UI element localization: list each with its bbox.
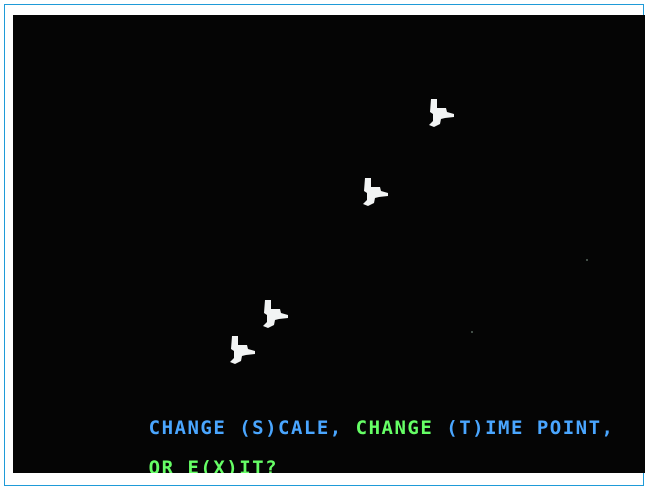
prompt-line-2: OR E(X)IT? bbox=[71, 449, 614, 474]
bird-icon bbox=[357, 175, 391, 209]
display-screen: CHANGE (S)CALE, CHANGE (T)IME POINT, OR … bbox=[13, 15, 645, 473]
prompt-time-point: (T)IME POINT, bbox=[446, 417, 615, 439]
bird-icon bbox=[224, 333, 258, 367]
prompt-change-scale: CHANGE (S)CALE, bbox=[148, 417, 356, 439]
prompt-change: CHANGE bbox=[355, 417, 447, 439]
bird-icon bbox=[423, 96, 457, 130]
screen-speck bbox=[471, 331, 473, 333]
bird-icon bbox=[257, 297, 291, 331]
prompt-line-1: CHANGE (S)CALE, CHANGE (T)IME POINT, bbox=[71, 409, 614, 438]
prompt-or-exit: OR E(X)IT? bbox=[148, 457, 279, 474]
screen-speck bbox=[586, 259, 588, 261]
command-prompt: CHANGE (S)CALE, CHANGE (T)IME POINT, OR … bbox=[71, 383, 614, 474]
